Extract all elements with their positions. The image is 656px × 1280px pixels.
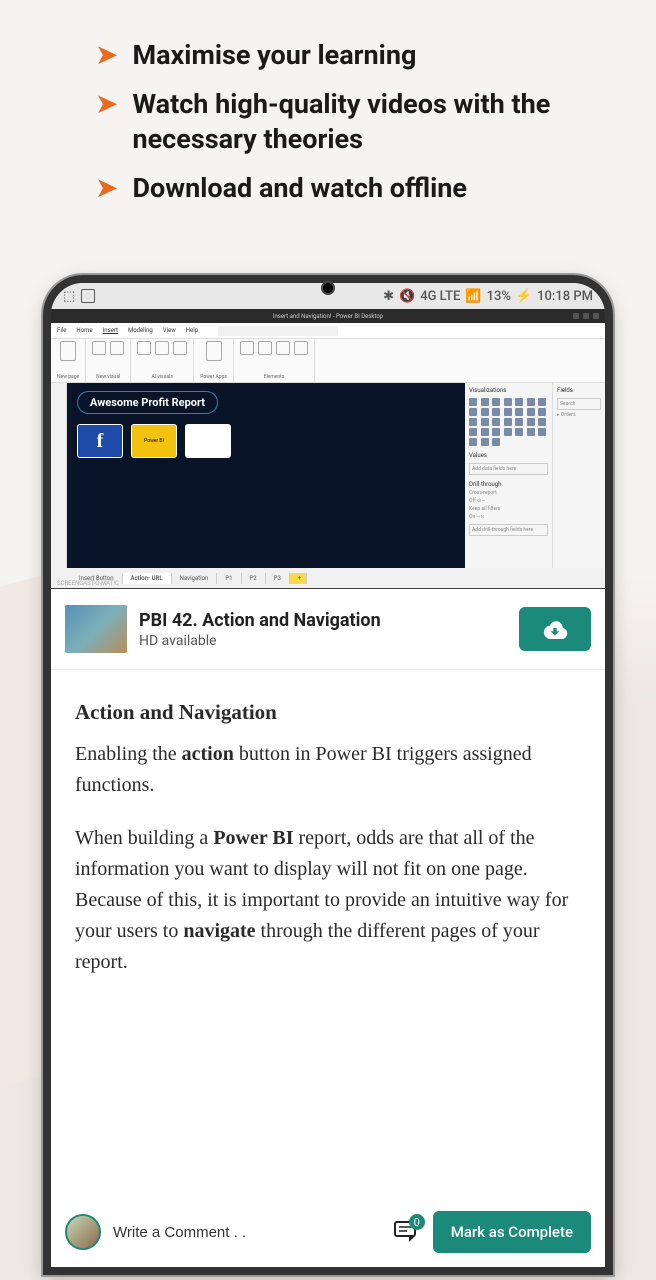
fields-search: Search	[557, 398, 601, 410]
bullet-text: Watch high-quality videos with the neces…	[132, 87, 596, 157]
facebook-card	[77, 424, 123, 458]
lesson-content[interactable]: Action and Navigation Enabling the actio…	[51, 670, 605, 1020]
lesson-header: PBI 42. Action and Navigation HD availab…	[51, 589, 605, 670]
mute-icon: 🔇	[399, 289, 415, 304]
powerbi-card: Power BI	[131, 424, 177, 458]
minimize-icon	[573, 313, 579, 319]
signal-icon: 4G LTE	[420, 289, 460, 304]
pbi-side-tabs	[51, 383, 67, 568]
ribbon-tab: Help	[186, 327, 198, 334]
values-label: Values	[469, 452, 548, 459]
page-tab: P2	[242, 573, 266, 584]
comment-input[interactable]: Write a Comment . .	[113, 1224, 381, 1241]
tool-icon	[294, 341, 308, 355]
cloud-download-icon	[541, 619, 569, 639]
video-player[interactable]: Insert and Navigation! - Power BI Deskto…	[51, 309, 605, 589]
maximize-icon	[583, 313, 589, 319]
mark-complete-button[interactable]: Mark as Complete	[433, 1211, 591, 1253]
pbi-window-title: Insert and Navigation! - Power BI Deskto…	[273, 313, 383, 320]
tool-icon	[206, 341, 222, 361]
page-tab: P3	[266, 573, 290, 584]
tool-icon	[92, 341, 106, 355]
tool-icon	[258, 341, 272, 355]
signal-bars-icon: 📶	[465, 289, 481, 304]
fields-panel-title: Fields	[557, 387, 601, 394]
clock: 10:18 PM	[537, 289, 593, 304]
tool-icon	[60, 341, 76, 361]
pbi-page-tabs: Insert Button Action- URL Navigation P1 …	[51, 568, 605, 588]
battery-icon: ⚡	[516, 289, 532, 304]
app-icon: ⬚	[63, 289, 75, 304]
values-dropzone: Add data fields here	[469, 463, 548, 475]
camera-notch	[321, 281, 335, 295]
user-avatar[interactable]	[65, 1214, 101, 1250]
drill-label: Drill through	[469, 481, 548, 488]
lesson-title: PBI 42. Action and Navigation	[139, 610, 507, 631]
tool-icon	[137, 341, 151, 355]
bottom-bar: Write a Comment . . 0 Mark as Complete	[51, 1201, 605, 1267]
pbi-toolbar: New page New visual AI visuals Power App…	[51, 339, 605, 383]
pbi-side-panels: Visualizations Values Add data fields he…	[465, 383, 605, 568]
paragraph: Enabling the action button in Power BI t…	[75, 739, 581, 801]
watermark: SCREENCAST-O-MATIC	[57, 580, 119, 587]
report-title: Awesome Profit Report	[77, 391, 218, 414]
section-heading: Action and Navigation	[75, 700, 581, 725]
lesson-subtitle: HD available	[139, 633, 507, 649]
phone-frame: ⬚ ✱ 🔇 4G LTE 📶 13% ⚡ 10:18 PM Insert and…	[43, 275, 613, 1275]
bullet-item: ➤ Watch high-quality videos with the nec…	[95, 87, 596, 157]
pbi-titlebar: Insert and Navigation! - Power BI Deskto…	[51, 309, 605, 323]
lesson-thumbnail[interactable]	[65, 605, 127, 653]
tool-icon	[173, 341, 187, 355]
comment-count-badge: 0	[409, 1214, 425, 1230]
feature-bullets: ➤ Maximise your learning ➤ Watch high-qu…	[0, 0, 656, 240]
viz-panel-title: Visualizations	[469, 387, 548, 394]
tool-icon	[110, 341, 124, 355]
tool-icon	[240, 341, 254, 355]
page-tab: P1	[217, 573, 241, 584]
bullet-text: Maximise your learning	[132, 38, 416, 73]
paragraph: When building a Power BI report, odds ar…	[75, 823, 581, 978]
comments-button[interactable]: 0	[393, 1220, 421, 1244]
arrow-icon: ➤	[95, 173, 118, 204]
add-page-tab: +	[290, 573, 307, 584]
pbi-ribbon-tabs: File Home Insert Modeling View Help	[51, 323, 605, 339]
tool-icon	[276, 341, 290, 355]
pbi-canvas: Awesome Profit Report Power BI	[67, 383, 465, 568]
bullet-item: ➤ Download and watch offline	[95, 171, 596, 206]
page-tab-active: Action- URL	[123, 573, 172, 584]
ribbon-tab: File	[57, 327, 66, 334]
arrow-icon: ➤	[95, 40, 118, 71]
ribbon-tab: Modeling	[128, 327, 153, 334]
tool-icon	[155, 341, 169, 355]
page-tab: Navigation	[172, 573, 218, 584]
ribbon-tab: Home	[76, 327, 92, 334]
close-icon	[593, 313, 599, 319]
arrow-icon: ➤	[95, 89, 118, 120]
blank-card	[185, 424, 231, 458]
download-button[interactable]	[519, 607, 591, 651]
ribbon-tab-active: Insert	[103, 327, 118, 334]
drill-dropzone: Add drill-through fields here	[469, 524, 548, 536]
ribbon-tab: View	[163, 327, 176, 334]
bullet-item: ➤ Maximise your learning	[95, 38, 596, 73]
battery-percent: 13%	[487, 289, 511, 304]
bluetooth-icon: ✱	[383, 289, 394, 304]
bullet-text: Download and watch offline	[132, 171, 467, 206]
screenshot-icon	[81, 289, 95, 303]
pbi-search	[218, 326, 338, 336]
